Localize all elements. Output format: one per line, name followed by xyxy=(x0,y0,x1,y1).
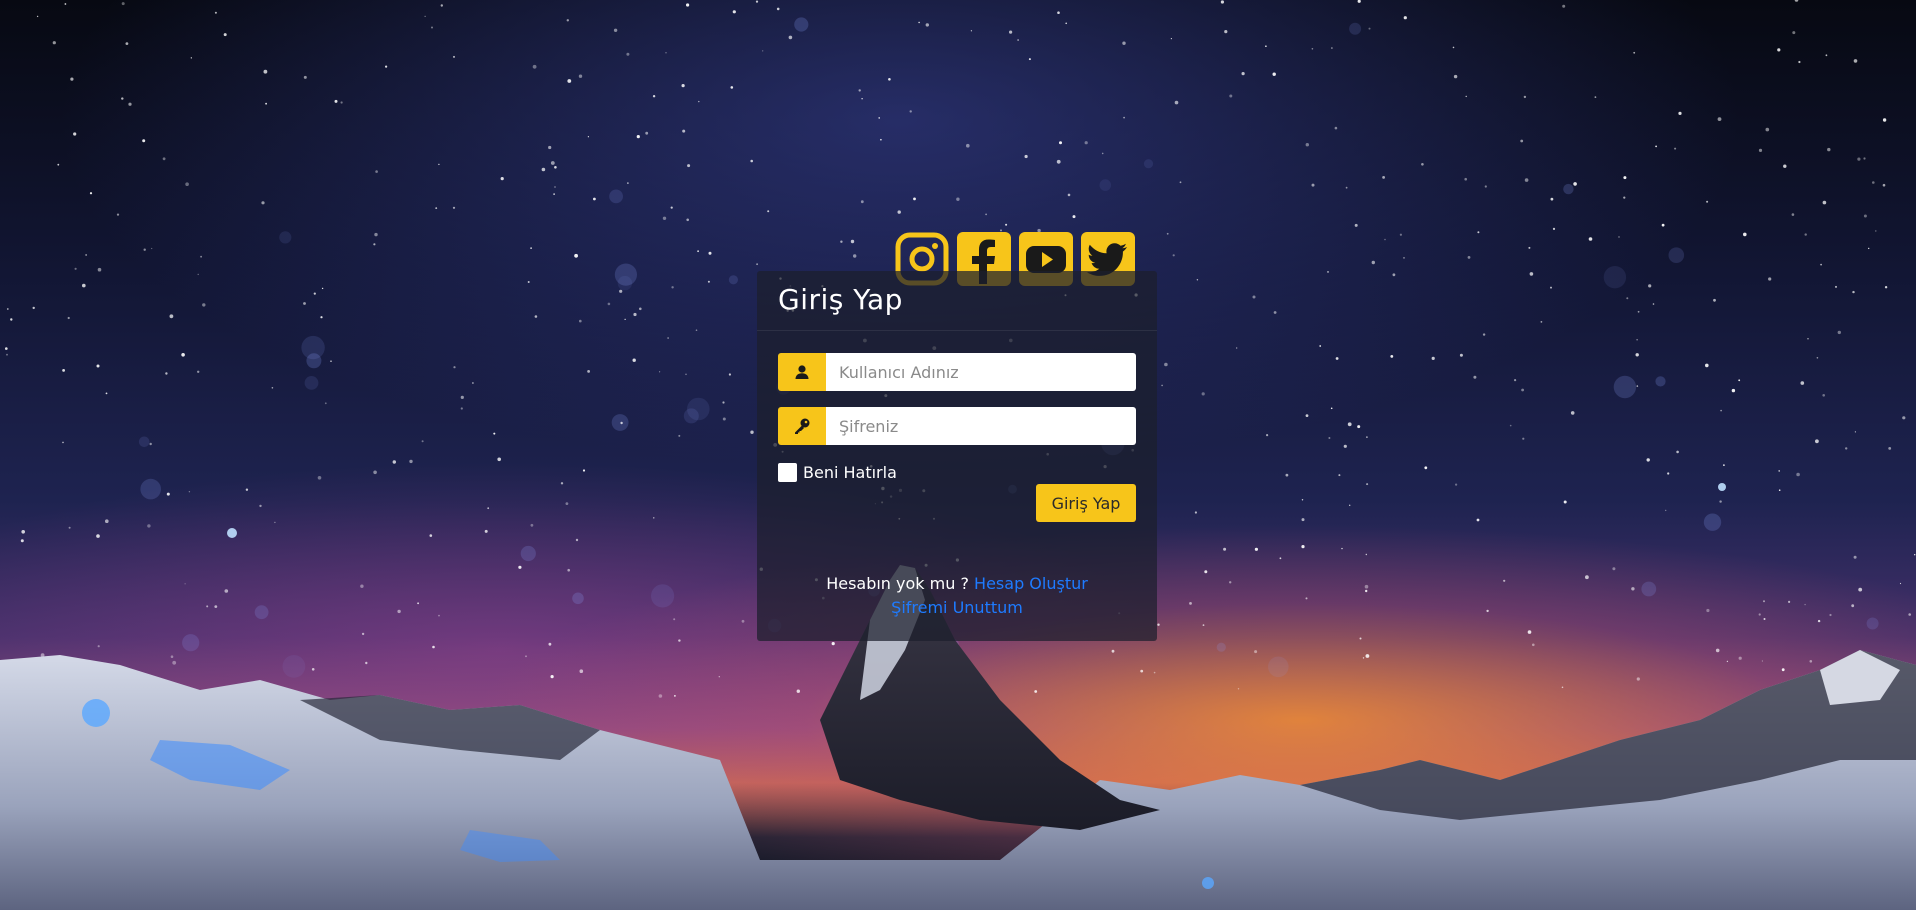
forgot-password-link[interactable]: Şifremi Unuttum xyxy=(891,598,1023,617)
username-group xyxy=(778,353,1136,391)
login-submit-button[interactable]: Giriş Yap xyxy=(1036,484,1136,522)
submit-row: Giriş Yap xyxy=(778,484,1136,522)
no-account-text: Hesabın yok mu ? xyxy=(826,574,969,593)
login-title: Giriş Yap xyxy=(778,283,903,316)
remember-me-row: Beni Hatırla xyxy=(778,463,1136,482)
password-group xyxy=(778,407,1136,445)
register-line: Hesabın yok mu ? Hesap Oluştur xyxy=(778,572,1136,596)
login-footer: Hesabın yok mu ? Hesap Oluştur Şifremi U… xyxy=(778,572,1136,620)
forgot-line: Şifremi Unuttum xyxy=(778,596,1136,620)
title-divider xyxy=(757,330,1157,331)
username-input[interactable] xyxy=(826,353,1136,391)
user-icon xyxy=(778,353,826,391)
password-input[interactable] xyxy=(826,407,1136,445)
key-icon xyxy=(778,407,826,445)
remember-me-checkbox[interactable] xyxy=(778,463,797,482)
remember-me-label[interactable]: Beni Hatırla xyxy=(803,463,897,482)
create-account-link[interactable]: Hesap Oluştur xyxy=(974,574,1088,593)
login-panel: Giriş Yap Beni Hatırla Giriş Yap Hesab xyxy=(757,271,1157,641)
